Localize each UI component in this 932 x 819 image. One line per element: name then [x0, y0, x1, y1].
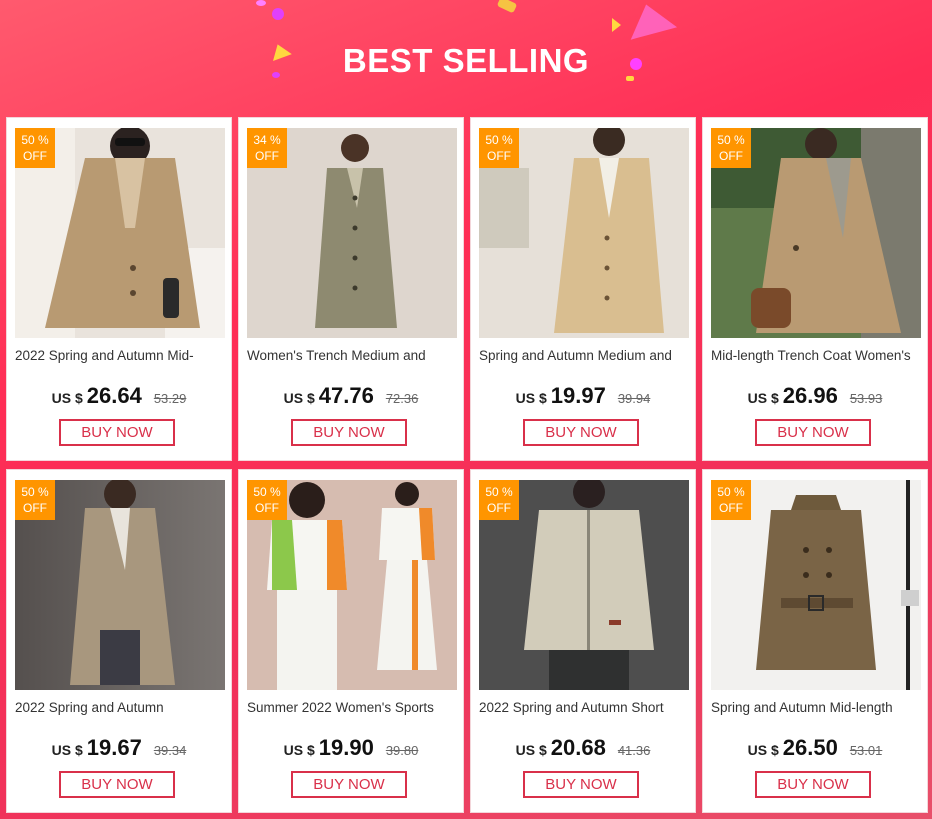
price-row: US $19.67 39.34 [7, 735, 231, 761]
product-image[interactable]: 34 % OFF [247, 128, 457, 338]
buy-now-button[interactable]: BUY NOW [523, 771, 639, 798]
buy-now-button[interactable]: BUY NOW [291, 771, 407, 798]
discount-percent: 50 % [21, 485, 49, 499]
confetti-strip [496, 0, 518, 14]
currency-label: US $ [283, 742, 315, 758]
currency-label: US $ [747, 742, 779, 758]
original-price: 53.93 [849, 391, 883, 406]
original-price: 53.29 [153, 391, 187, 406]
buy-now-button[interactable]: BUY NOW [291, 419, 407, 446]
price-row: US $26.64 53.29 [7, 383, 231, 409]
product-name[interactable]: Mid-length Trench Coat Women's [711, 348, 923, 363]
currency-label: US $ [515, 742, 547, 758]
buy-now-button[interactable]: BUY NOW [755, 771, 871, 798]
product-name[interactable]: Spring and Autumn Mid-length [711, 700, 923, 715]
discount-off-label: OFF [719, 501, 743, 515]
product-image[interactable]: 50 % OFF [247, 480, 457, 690]
product-image[interactable]: 50 % OFF [711, 480, 921, 690]
discount-badge: 50 % OFF [15, 128, 55, 168]
section-title: BEST SELLING [342, 42, 590, 79]
discount-percent: 50 % [485, 133, 513, 147]
discount-percent: 50 % [21, 133, 49, 147]
currency-label: US $ [283, 390, 315, 406]
price-row: US $19.90 39.80 [239, 735, 463, 761]
sale-price: 26.96 [782, 383, 838, 408]
discount-off-label: OFF [255, 501, 279, 515]
discount-badge: 34 % OFF [247, 128, 287, 168]
discount-off-label: OFF [719, 149, 743, 163]
discount-badge: 50 % OFF [15, 480, 55, 520]
product-name[interactable]: 2022 Spring and Autumn Mid- [15, 348, 227, 363]
product-card[interactable]: 50 % OFF 2022 Spring and Autumn US $19.6… [6, 469, 232, 813]
discount-badge: 50 % OFF [711, 128, 751, 168]
sale-price: 20.68 [550, 735, 606, 760]
product-image[interactable]: 50 % OFF [479, 480, 689, 690]
confetti-dot [272, 8, 284, 20]
original-price: 39.34 [153, 743, 187, 758]
discount-badge: 50 % OFF [711, 480, 751, 520]
product-image[interactable]: 50 % OFF [479, 128, 689, 338]
confetti-triangle [622, 0, 678, 40]
price-row: US $26.96 53.93 [703, 383, 927, 409]
product-card[interactable]: 34 % OFF Women's Trench Medium and US $4… [238, 117, 464, 461]
product-image[interactable]: 50 % OFF [711, 128, 921, 338]
buy-now-button[interactable]: BUY NOW [59, 771, 175, 798]
discount-percent: 50 % [717, 133, 745, 147]
original-price: 53.01 [849, 743, 883, 758]
product-card[interactable]: 50 % OFF Summer 2022 Women's Sports US $… [238, 469, 464, 813]
discount-off-label: OFF [23, 501, 47, 515]
discount-badge: 50 % OFF [479, 480, 519, 520]
sale-price: 19.97 [550, 383, 606, 408]
discount-percent: 34 % [253, 133, 281, 147]
sale-price: 47.76 [318, 383, 374, 408]
discount-off-label: OFF [487, 501, 511, 515]
buy-now-button[interactable]: BUY NOW [755, 419, 871, 446]
original-price: 72.36 [385, 391, 419, 406]
discount-badge: 50 % OFF [479, 128, 519, 168]
currency-label: US $ [515, 390, 547, 406]
product-card[interactable]: 50 % OFF Mid-length Trench Coat Women's … [702, 117, 928, 461]
product-image[interactable]: 50 % OFF [15, 480, 225, 690]
buy-now-button[interactable]: BUY NOW [59, 419, 175, 446]
discount-off-label: OFF [487, 149, 511, 163]
price-row: US $47.76 72.36 [239, 383, 463, 409]
discount-off-label: OFF [255, 149, 279, 163]
discount-percent: 50 % [485, 485, 513, 499]
product-name[interactable]: Summer 2022 Women's Sports [247, 700, 459, 715]
product-name[interactable]: 2022 Spring and Autumn Short [479, 700, 691, 715]
discount-off-label: OFF [23, 149, 47, 163]
currency-label: US $ [747, 390, 779, 406]
product-name[interactable]: 2022 Spring and Autumn [15, 700, 227, 715]
product-image[interactable]: 50 % OFF [15, 128, 225, 338]
buy-now-button[interactable]: BUY NOW [523, 419, 639, 446]
sale-price: 19.67 [86, 735, 142, 760]
price-row: US $20.68 41.36 [471, 735, 695, 761]
product-card[interactable]: 50 % OFF Spring and Autumn Mid-length US… [702, 469, 928, 813]
product-card[interactable]: 50 % OFF 2022 Spring and Autumn Mid- US … [6, 117, 232, 461]
confetti-triangle [612, 18, 621, 32]
price-row: US $19.97 39.94 [471, 383, 695, 409]
product-card[interactable]: 50 % OFF Spring and Autumn Medium and US… [470, 117, 696, 461]
discount-percent: 50 % [253, 485, 281, 499]
product-card[interactable]: 50 % OFF 2022 Spring and Autumn Short US… [470, 469, 696, 813]
confetti-dot [256, 0, 266, 6]
original-price: 39.94 [617, 391, 651, 406]
original-price: 39.80 [385, 743, 419, 758]
sale-price: 26.50 [782, 735, 838, 760]
original-price: 41.36 [617, 743, 651, 758]
product-grid: 50 % OFF 2022 Spring and Autumn Mid- US … [6, 117, 928, 813]
price-row: US $26.50 53.01 [703, 735, 927, 761]
sale-price: 19.90 [318, 735, 374, 760]
discount-percent: 50 % [717, 485, 745, 499]
currency-label: US $ [51, 390, 83, 406]
product-name[interactable]: Women's Trench Medium and [247, 348, 459, 363]
currency-label: US $ [51, 742, 83, 758]
product-name[interactable]: Spring and Autumn Medium and [479, 348, 691, 363]
discount-badge: 50 % OFF [247, 480, 287, 520]
sale-price: 26.64 [86, 383, 142, 408]
